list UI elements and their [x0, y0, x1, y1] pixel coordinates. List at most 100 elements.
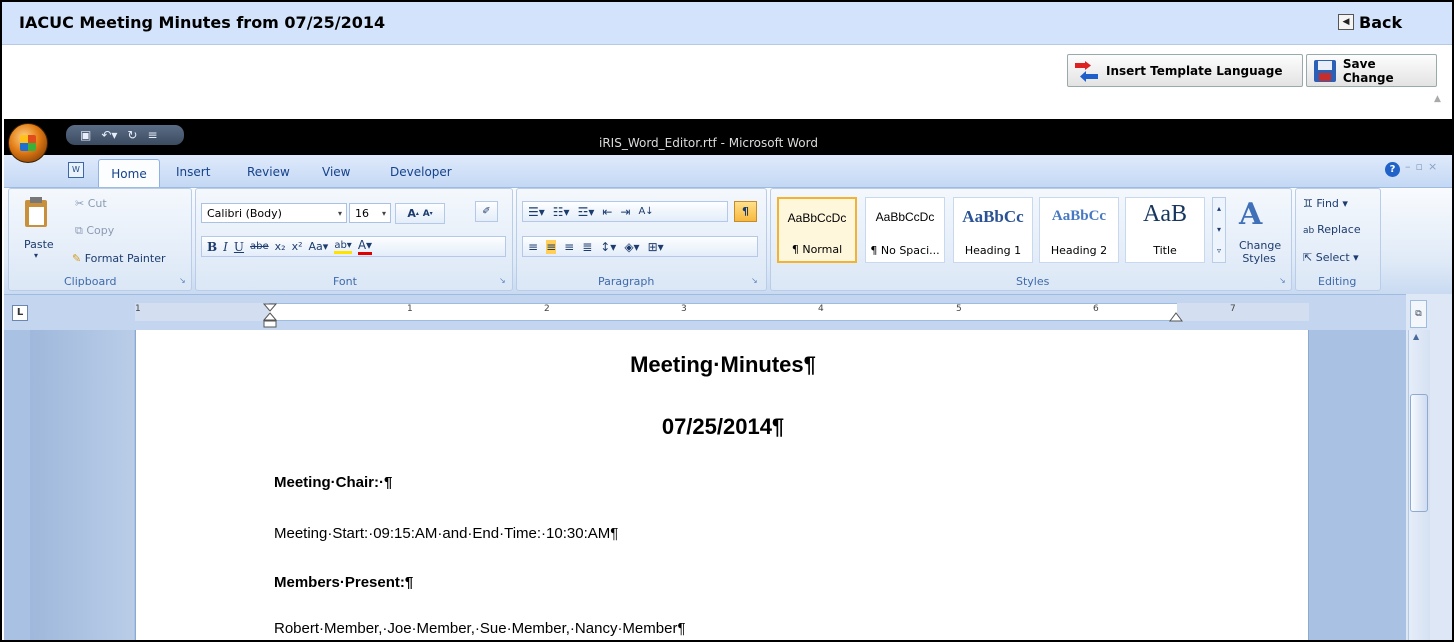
styles-launcher-icon[interactable]: ↘	[1279, 276, 1286, 285]
cut-button[interactable]: ✂ Cut	[75, 197, 107, 210]
undo-icon[interactable]: ↶▾	[101, 128, 117, 142]
change-styles-icon: A	[1238, 197, 1263, 230]
align-center-icon[interactable]: ≡	[546, 239, 557, 254]
view-ruler-icon[interactable]: ⧉	[1410, 300, 1427, 328]
strikethrough-icon[interactable]: abe	[250, 241, 269, 252]
borders-icon[interactable]: ⊞▾	[648, 240, 664, 254]
style-no-spacing-name: ¶ No Spaci...	[870, 244, 940, 257]
find-button[interactable]: ♊ Find ▾	[1303, 197, 1348, 210]
increase-indent-icon[interactable]: ⇥	[620, 205, 630, 219]
replace-icon: ab	[1303, 226, 1318, 236]
format-painter-button[interactable]: ✎ Format Painter	[72, 252, 166, 265]
underline-icon[interactable]: U	[234, 240, 244, 254]
office-button-icon[interactable]	[8, 123, 48, 163]
tab-selector-icon[interactable]: L	[12, 305, 28, 321]
grow-shrink-font-buttons[interactable]: A ▴ A ▾	[395, 203, 445, 224]
font-format-bar: B I U abe x₂ x² Aa▾ ab▾ A▾	[201, 236, 506, 257]
quick-access-toolbar: ▣ ↶▾ ↻ ≡	[66, 125, 184, 145]
help-icon[interactable]: ?	[1385, 162, 1400, 177]
format-painter-icon: ✎	[72, 252, 85, 265]
multilevel-list-icon[interactable]: ☲▾	[578, 205, 595, 219]
scroll-up-arrow-icon[interactable]: ▲	[1413, 332, 1419, 341]
paste-button[interactable]: Paste	[24, 238, 54, 251]
align-right-icon[interactable]: ≡	[564, 240, 574, 254]
ruler-number: 4	[818, 304, 824, 314]
justify-icon[interactable]: ≣	[582, 240, 592, 254]
font-name-value: Calibri (Body)	[207, 206, 282, 220]
font-launcher-icon[interactable]: ↘	[499, 276, 506, 285]
font-size-value: 16	[355, 206, 369, 220]
tab-developer[interactable]: Developer	[390, 165, 452, 179]
style-heading-1[interactable]: AaBbCc Heading 1	[953, 197, 1033, 263]
style-heading-2-name: Heading 2	[1050, 244, 1108, 257]
format-painter-label: Format Painter	[84, 252, 166, 265]
ruler-number: 1	[135, 304, 141, 314]
decrease-indent-icon[interactable]: ⇤	[602, 205, 612, 219]
style-title[interactable]: AaB Title	[1125, 197, 1205, 263]
style-heading-2-sample: AaBbCc	[1051, 208, 1107, 224]
style-heading-2[interactable]: AaBbCc Heading 2	[1039, 197, 1119, 263]
save-qat-icon[interactable]: ▣	[80, 128, 91, 142]
window-controls-icon[interactable]: –▫×	[1405, 160, 1452, 173]
subscript-icon[interactable]: x₂	[275, 240, 286, 253]
clear-formatting-button[interactable]: ✐	[475, 201, 498, 222]
document-page[interactable]: Meeting·Minutes¶ 07/25/2014¶ Meeting·Cha…	[135, 330, 1309, 640]
show-paragraph-marks-button[interactable]: ¶	[734, 201, 757, 222]
shading-icon[interactable]: ◈▾	[624, 240, 639, 254]
line-spacing-icon[interactable]: ↕▾	[600, 240, 616, 254]
styles-group-label: Styles	[1016, 275, 1050, 288]
paste-dropdown-icon[interactable]: ▾	[34, 251, 38, 260]
styles-gallery-scroll-icon[interactable]: ▴ ▾ ▿	[1212, 197, 1226, 263]
superscript-icon[interactable]: x²	[292, 240, 303, 253]
cut-icon: ✂	[75, 197, 88, 210]
style-normal[interactable]: AaBbCcDc ¶ Normal	[777, 197, 857, 263]
style-title-sample: AaB	[1143, 201, 1187, 227]
style-normal-sample: AaBbCcDc	[787, 211, 847, 225]
right-indent-marker-icon[interactable]	[1169, 312, 1183, 322]
find-label: Find	[1316, 197, 1339, 210]
tab-review[interactable]: Review	[247, 165, 290, 179]
font-color-icon[interactable]: A▾	[357, 238, 373, 255]
meeting-times: Meeting·Start:·09:15:AM·and·End·Time:·10…	[274, 525, 619, 542]
indent-marker-icon[interactable]	[263, 303, 277, 329]
insert-template-label: Insert Template Language	[1106, 63, 1283, 78]
grow-font-icon: A	[407, 207, 416, 220]
copy-button[interactable]: ⧉ Copy	[75, 224, 114, 238]
clipboard-launcher-icon[interactable]: ↘	[179, 276, 186, 285]
redo-icon[interactable]: ↻	[127, 128, 137, 142]
tab-view[interactable]: View	[322, 165, 350, 179]
ruler-number: 3	[681, 304, 687, 314]
clear-formatting-icon: ✐	[482, 206, 491, 217]
change-case-icon[interactable]: Aa▾	[309, 240, 329, 253]
back-button[interactable]: ◀ Back	[1338, 11, 1402, 33]
editing-group-label: Editing	[1318, 275, 1357, 288]
save-change-button[interactable]: Save Change	[1306, 54, 1437, 87]
change-styles-button[interactable]: Change Styles	[1239, 239, 1281, 265]
insert-template-icon	[1075, 60, 1098, 82]
page-scroll-up-icon[interactable]: ▲	[1434, 94, 1441, 104]
clipboard-group-label: Clipboard	[64, 275, 117, 288]
customize-qat-icon[interactable]: ≡	[147, 128, 157, 142]
italic-icon[interactable]: I	[223, 240, 228, 254]
style-no-spacing[interactable]: AaBbCcDc ¶ No Spaci...	[865, 197, 945, 263]
numbering-icon[interactable]: ☷▾	[553, 205, 570, 219]
highlight-icon[interactable]: ab▾	[334, 240, 352, 254]
bold-icon[interactable]: B	[207, 240, 217, 254]
ruler-number: 6	[1093, 304, 1099, 314]
bullets-icon[interactable]: ☰▾	[528, 205, 545, 219]
align-left-icon[interactable]: ≡	[528, 240, 538, 254]
select-cursor-icon: ⇱	[1303, 251, 1316, 264]
tab-home[interactable]: Home	[98, 159, 160, 187]
font-size-select[interactable]: 16 ▾	[349, 203, 391, 223]
sort-icon[interactable]: A↓	[638, 206, 653, 217]
ruler-number: 2	[544, 304, 550, 314]
scrollbar-thumb[interactable]	[1410, 394, 1428, 512]
font-name-select[interactable]: Calibri (Body) ▾	[201, 203, 347, 223]
select-button[interactable]: ⇱ Select ▾	[1303, 251, 1359, 264]
insert-template-language-button[interactable]: Insert Template Language	[1067, 54, 1303, 87]
replace-button[interactable]: ab Replace	[1303, 223, 1361, 236]
tab-insert[interactable]: Insert	[176, 165, 210, 179]
ruler-number: 1	[407, 304, 413, 314]
paragraph-launcher-icon[interactable]: ↘	[751, 276, 758, 285]
ribbon-tabs	[4, 155, 1452, 187]
